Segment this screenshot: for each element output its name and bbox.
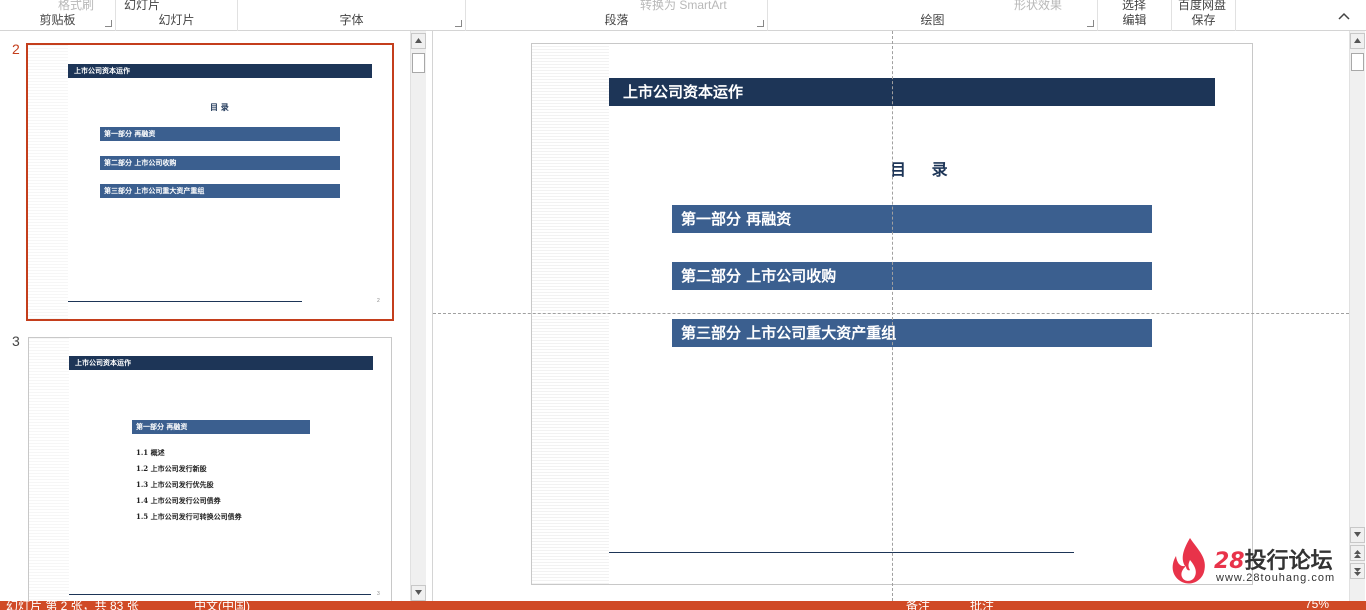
thumbnail-title-bar: 上市公司资本运作 [68,64,372,78]
watermark-title: 28投行论坛 [1214,543,1333,575]
editor-scrollbar[interactable] [1349,31,1365,601]
group-label-drawing: 绘图 [920,13,945,27]
slide-section-bar[interactable]: 第一部分 再融资 [672,205,1152,233]
paragraph-launcher-icon[interactable] [757,20,764,27]
slide-toc-heading[interactable]: 目 录 [890,156,958,180]
slide-title-bar[interactable]: 上市公司资本运作 [609,78,1215,106]
scrollbar-thumb[interactable] [1351,53,1364,71]
status-bar: 幻灯片 第 2 张，共 83 张 中文(中国) 备注 批注 75% [0,601,1366,610]
group-label-slides: 幻灯片 [158,13,195,27]
slide-hatch-decoration [532,44,609,584]
group-label-clipboard: 剪贴板 [39,13,76,27]
watermark-number: 28 [1214,549,1245,574]
notes-button[interactable]: 备注 [906,601,930,610]
group-label-editing: 编辑 [1122,13,1147,27]
thumbnail-page-number: 3 [377,591,380,597]
comments-button[interactable]: 批注 [970,601,994,610]
ribbon: 格式刷 剪贴板 幻灯片 幻灯片 字体 转换为 SmartArt 段落 形状效果 … [0,0,1366,31]
previous-slide-icon[interactable] [1350,545,1365,561]
ribbon-group-paragraph: 转换为 SmartArt 段落 [466,0,768,31]
drawing-launcher-icon[interactable] [1087,20,1094,27]
thumbnail-section-bar: 第一部分 再融资 [100,127,340,141]
forum-watermark: 28投行论坛 www.28touhang.com [1168,536,1348,588]
thumbnail-list-item: 1.1 概述 [136,448,165,457]
vertical-guide[interactable] [892,31,893,601]
thumbnail-list-item: 1.5 上市公司发行可转换公司债券 [136,512,242,521]
slide-footer-line [609,552,1074,553]
thumbnail-section-bar: 第三部分 上市公司重大资产重组 [100,184,340,198]
next-slide-icon[interactable] [1350,563,1365,579]
ribbon-group-slides: 幻灯片 幻灯片 [116,0,238,31]
thumbnail-footer-line [68,301,302,302]
ribbon-group-clipboard: 格式刷 剪贴板 [0,0,116,31]
scroll-down-icon[interactable] [411,585,426,601]
horizontal-guide[interactable] [433,313,1349,314]
language-status[interactable]: 中文(中国) [194,601,250,610]
slide-thumbnail-2[interactable]: 上市公司资本运作 目 录 第一部分 再融资 第二部分 上市公司收购 第三部分 上… [26,43,394,321]
thumbnail-list-item: 1.4 上市公司发行公司债券 [136,496,221,505]
thumbnail-title-bar: 上市公司资本运作 [69,356,373,370]
clipboard-launcher-icon[interactable] [105,20,112,27]
slide-position-status: 幻灯片 第 2 张，共 83 张 [6,601,139,610]
slide-section-bar[interactable]: 第三部分 上市公司重大资产重组 [672,319,1152,347]
ribbon-group-drawing: 形状效果 绘图 [768,0,1098,31]
thumbnail-page-number: 2 [377,298,380,304]
scroll-up-icon[interactable] [1350,33,1365,49]
thumbnail-toc-heading: 目 录 [210,102,229,112]
ribbon-group-editing: 选择 编辑 [1098,0,1172,31]
slide-thumbnail-3[interactable]: 上市公司资本运作 第一部分 再融资 1.1 概述 1.2 上市公司发行新股 1.… [28,337,392,607]
zoom-level[interactable]: 75% [1305,601,1329,610]
collapse-ribbon-icon[interactable] [1338,12,1350,24]
group-label-paragraph: 段落 [604,13,629,27]
thumbnail-pane: 2 上市公司资本运作 目 录 第一部分 再融资 第二部分 上市公司收购 第三部分… [0,31,428,607]
scrollbar-thumb[interactable] [412,53,425,73]
flame-logo-icon [1172,538,1205,584]
thumbnail-footer-line [69,594,371,595]
thumbnail-list-item: 1.2 上市公司发行新股 [136,464,207,473]
thumbnail-hatch [28,45,68,319]
thumbnail-scrollbar[interactable] [410,31,426,601]
thumbnail-section-bar: 第一部分 再融资 [132,420,310,434]
font-launcher-icon[interactable] [455,20,462,27]
watermark-name: 投行论坛 [1244,549,1333,574]
watermark-url: www.28touhang.com [1216,572,1336,584]
thumbnail-number: 3 [12,333,20,349]
ribbon-group-save: 百度网盘 保存 [1172,0,1236,31]
scroll-up-icon[interactable] [411,33,426,49]
thumbnail-section-bar: 第二部分 上市公司收购 [100,156,340,170]
ribbon-group-font: 字体 [238,0,466,31]
scroll-down-icon[interactable] [1350,527,1365,543]
group-label-font: 字体 [339,13,364,27]
thumbnail-number: 2 [12,41,20,57]
thumbnail-list-item: 1.3 上市公司发行优先股 [136,480,214,489]
group-label-save: 保存 [1191,13,1216,27]
thumbnail-hatch [29,338,69,606]
slide-editor[interactable]: 上市公司资本运作 目 录 第一部分 再融资 第二部分 上市公司收购 第三部分 上… [432,31,1349,601]
slide-section-bar[interactable]: 第二部分 上市公司收购 [672,262,1152,290]
